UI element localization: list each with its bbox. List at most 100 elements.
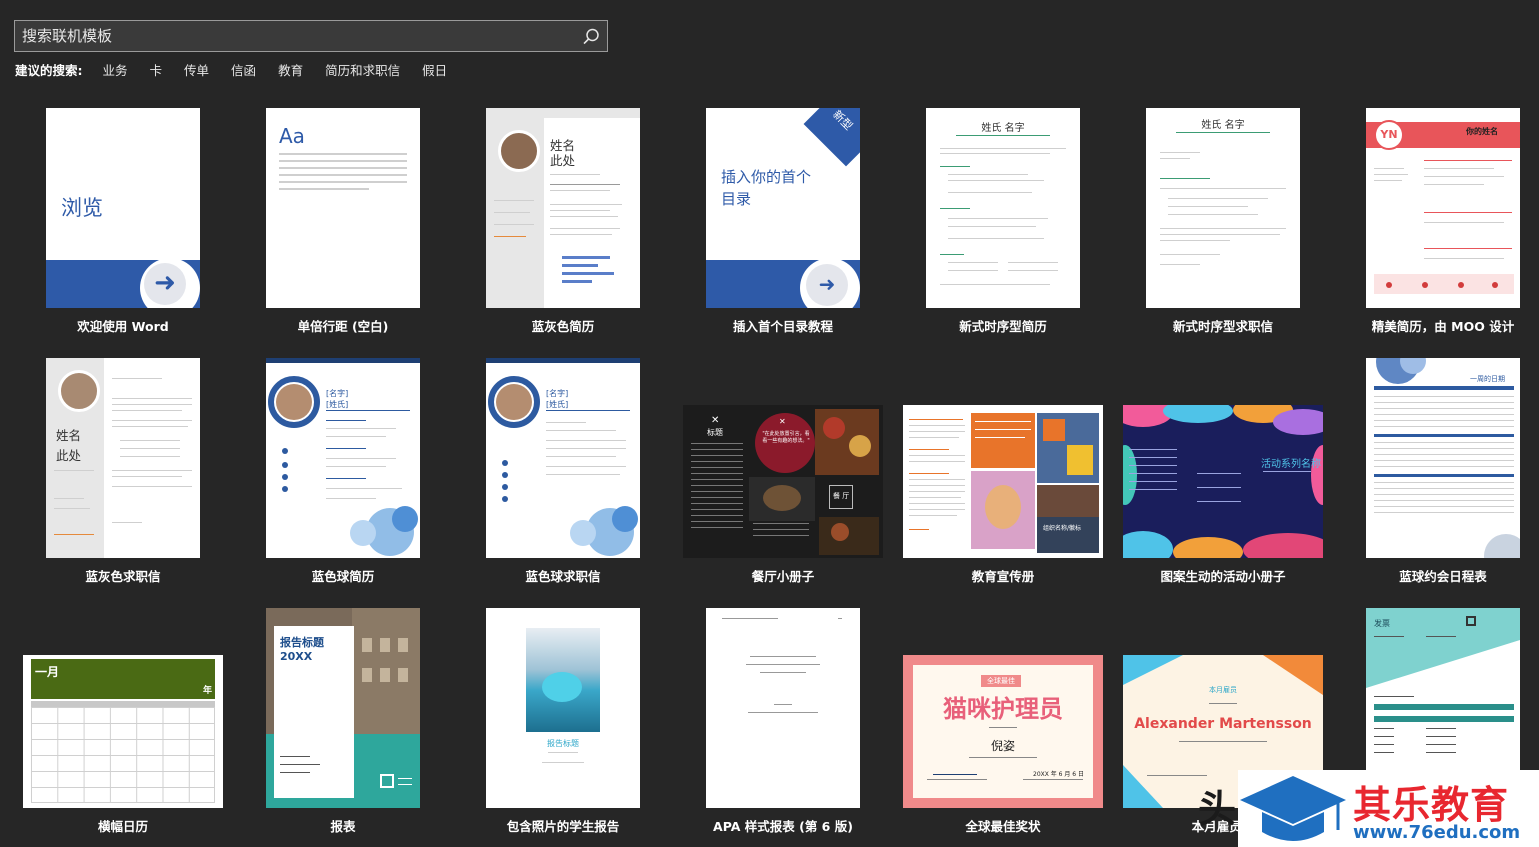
template-thumbnail[interactable]: 报告标题 [486,608,640,808]
avatar [276,384,312,420]
qr-logo-icon [380,774,394,788]
restaurant-logo-text: 餐 厅 [833,492,850,500]
suggestion-link[interactable]: 传单 [184,60,209,79]
watermark-side-glyph: 头 [1198,787,1237,831]
template-thumbnail[interactable]: 插入你的首个 目录 新型 ➜ [706,108,860,308]
template-thumbnail[interactable]: 姓名 此处 [46,358,200,558]
social-icon [1458,282,1464,288]
toc-title: 插入你的首个 目录 [721,168,812,208]
arrow-right-icon: ➜ [144,263,186,305]
aa-text: Aa [279,124,305,148]
template-caption: 精美简历，由 MOO 设计 [1371,319,1515,334]
template-search-box[interactable] [14,20,608,52]
template-thumbnail[interactable]: 姓名 此处 [486,108,640,308]
template-caption: 蓝灰色简历 [531,319,595,334]
template-thumbnail[interactable]: 一月 年 [23,655,223,808]
resume-name: 姓氏 名字 [981,123,1025,134]
report-title: 报告标题 [547,739,579,748]
template-thumbnail[interactable]: [名字] [姓氏] [266,358,420,558]
template-caption: 蓝色球求职信 [525,569,601,584]
suggested-searches: 建议的搜索: 业务 卡 传单 信函 教育 简历和求职信 假日 [15,60,469,79]
brochure-quote: "在此处放置引言，看看一些有趣的想法。" [762,431,810,444]
brochure-title: 标题 [707,428,723,437]
contact-icon [502,460,508,466]
close-icon: ✕ [711,415,720,426]
template-caption: 欢迎使用 Word [77,319,169,334]
template-caption: 蓝球约会日程表 [1399,569,1487,584]
award-date: 20XX 年 6 月 6 日 [1033,771,1085,778]
template-thumbnail[interactable]: 姓氏 名字 [1146,108,1300,308]
employee-name: Alexander Martensson [1134,716,1312,732]
org-name: 组织名称/徽标 [1043,525,1082,532]
template-caption: 全球最佳奖状 [965,819,1041,834]
resume-name: [名字] [姓氏] [326,389,349,409]
template-thumbnail[interactable]: 全球最佳 猫咪护理员 倪姿 20XX 年 6 月 6 日 [903,655,1103,808]
template-caption: 餐厅小册子 [751,569,815,584]
watermark-banner: 其乐教育 www.76edu.com [1238,770,1539,847]
template-thumbnail[interactable]: 浏览 ➜ [46,108,200,308]
social-icon [1492,282,1498,288]
template-caption: 横幅日历 [97,819,148,834]
avatar [58,370,100,412]
invoice-title: 发票 [1374,619,1390,628]
resume-name: 你的姓名 [1466,127,1498,136]
search-icon[interactable] [581,27,601,47]
template-thumbnail[interactable]: 一周的日期 [1366,358,1520,558]
template-caption: 新式时序型求职信 [1172,319,1273,334]
close-icon: ✕ [779,417,786,426]
signature [933,767,977,775]
browse-text: 浏览 [61,196,103,220]
template-caption: 图案生动的活动小册子 [1160,569,1286,584]
contact-icon [282,486,288,492]
initials-badge: YN [1374,120,1404,150]
qr-code-icon [1466,616,1476,626]
contact-icon [282,448,288,454]
document-icon: ➜ [806,264,848,306]
avatar [498,130,540,172]
employee-top-label: 本月雇员 [1209,686,1237,694]
year-label: 年 [203,686,213,696]
template-thumbnail[interactable]: 报告标题 20XX [266,608,420,808]
contact-icon [502,484,508,490]
suggestion-link[interactable]: 假日 [422,60,447,79]
suggested-searches-label: 建议的搜索: [15,63,83,78]
resume-name: 姓名 此处 [550,138,576,168]
letter-name: 姓氏 名字 [1201,120,1245,131]
template-thumbnail[interactable]: ✕ 标题 ✕ "在此处放置引言，看看一些有趣的想法。" 餐 厅 [683,405,883,558]
contact-icon [282,462,288,468]
award-recipient: 倪姿 [990,739,1015,753]
template-thumbnail[interactable]: 姓氏 名字 [926,108,1080,308]
watermark-url: www.76edu.com [1353,822,1521,843]
template-caption: 蓝灰色求职信 [85,569,161,584]
template-thumbnail[interactable]: 活动系列名称 [1123,405,1323,558]
template-caption: 插入首个目录教程 [732,319,833,334]
search-input[interactable] [15,21,607,51]
template-thumbnail[interactable] [706,608,860,808]
template-caption: APA 样式报表 (第 6 版) [713,819,853,834]
suggestion-link[interactable]: 教育 [278,60,303,79]
event-name: 活动系列名称 [1261,459,1321,470]
award-top-label: 全球最佳 [981,675,1021,687]
letter-name: 姓名 此处 [56,428,82,463]
template-thumbnail[interactable]: 组织名称/徽标 [903,405,1103,558]
template-caption: 新式时序型简历 [959,319,1047,334]
suggestion-link[interactable]: 卡 [150,60,163,79]
graduation-cap-icon [1240,776,1346,841]
letter-name: [名字] [姓氏] [546,389,569,409]
award-title: 猫咪护理员 [943,695,1063,723]
week-dates-label: 一周的日期 [1470,375,1505,383]
template-caption: 蓝色球简历 [311,569,375,584]
social-icon [1422,282,1428,288]
watermark-title: 其乐教育 [1353,783,1510,827]
template-thumbnail[interactable]: [名字] [姓氏] [486,358,640,558]
template-caption: 教育宣传册 [971,569,1035,584]
template-thumbnail[interactable]: YN 你的姓名 [1366,108,1520,308]
contact-icon [502,472,508,478]
suggestion-link[interactable]: 简历和求职信 [325,60,400,79]
contact-icon [502,496,508,502]
template-thumbnail[interactable]: Aa [266,108,420,308]
suggestion-link[interactable]: 信函 [231,60,256,79]
suggestion-link[interactable]: 业务 [103,60,128,79]
template-caption: 包含照片的学生报告 [506,819,620,834]
template-caption: 报表 [330,819,356,834]
